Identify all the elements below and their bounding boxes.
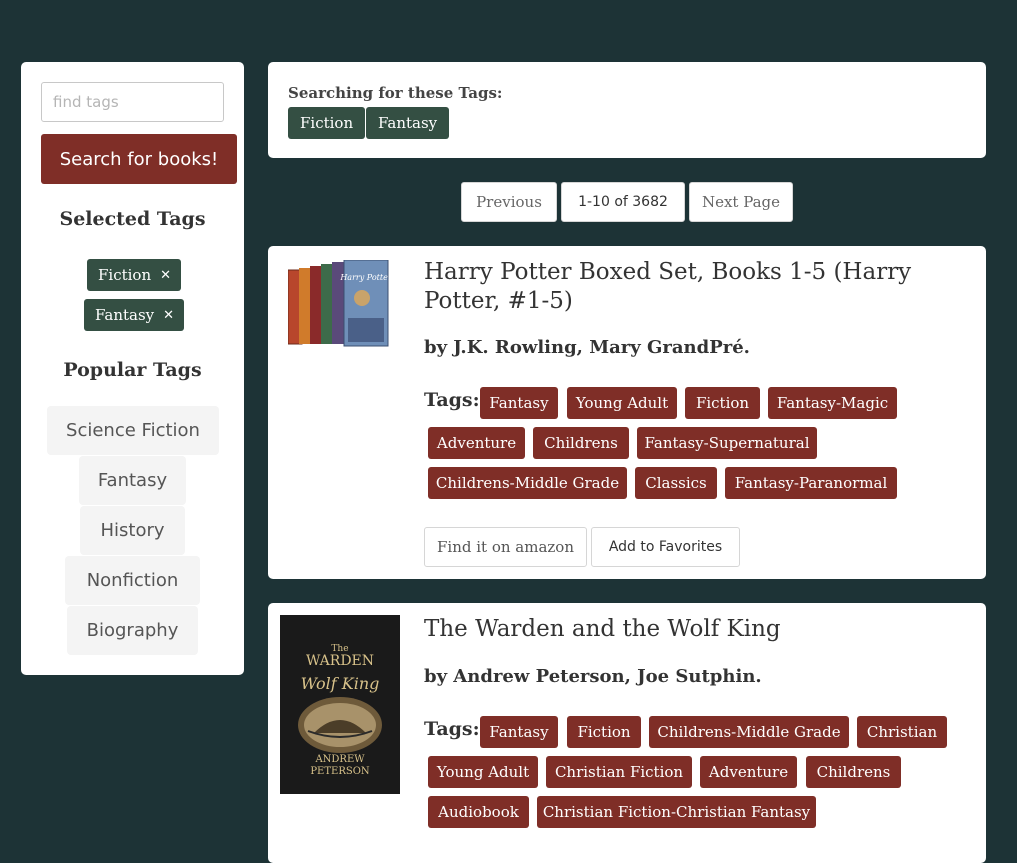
book-card: The WARDEN Wolf King ANDREW PETERSON The… [268,603,986,863]
book-tag[interactable]: Young Adult [567,387,677,419]
book-tag[interactable]: Classics [635,467,717,499]
book-title[interactable]: The Warden and the Wolf King [424,615,964,644]
next-page-button[interactable]: Next Page [689,182,793,222]
page-range-indicator: 1-10 of 3682 [561,182,685,222]
selected-tags-heading: Selected Tags [59,208,206,230]
book-tag[interactable]: Fiction [685,387,760,419]
tag-search-input[interactable] [41,82,224,122]
book-tag[interactable]: Fiction [567,716,641,748]
searching-tags-label: Searching for these Tags: [288,84,503,102]
tags-label: Tags: [424,389,480,411]
book-tag[interactable]: Fantasy [480,716,558,748]
selected-tag-fantasy: Fantasy ✕ [84,299,185,331]
book-tag[interactable]: Young Adult [428,756,538,788]
book-card: Harry Potter Harry Potter Boxed Set, Boo… [268,246,986,579]
selected-tag-label: Fiction [98,266,152,284]
search-tag-fiction: Fiction [288,107,366,139]
previous-page-button[interactable]: Previous [461,182,557,222]
svg-text:Harry Potter: Harry Potter [339,273,390,282]
popular-tag-fantasy[interactable]: Fantasy [79,456,186,505]
book-tag[interactable]: Childrens [533,427,629,459]
selected-tag-fiction: Fiction ✕ [87,259,182,291]
book-tag[interactable]: Adventure [700,756,797,788]
book-title[interactable]: Harry Potter Boxed Set, Books 1-5 (Harry… [424,258,964,316]
remove-tag-icon[interactable]: ✕ [163,308,174,323]
book-tag[interactable]: Christian Fiction [546,756,692,788]
book-tag[interactable]: Fantasy-Supernatural [637,427,817,459]
book-tag[interactable]: Fantasy-Paranormal [725,467,897,499]
search-books-button[interactable]: Search for books! [41,134,237,184]
book-cover-image[interactable]: The WARDEN Wolf King ANDREW PETERSON [280,615,400,794]
book-tag[interactable]: Childrens [806,756,901,788]
book-tag[interactable]: Childrens-Middle Grade [649,716,849,748]
remove-tag-icon[interactable]: ✕ [160,268,171,283]
svg-text:Wolf King: Wolf King [301,674,380,693]
book-tag[interactable]: Christian Fiction-Christian Fantasy [537,796,816,828]
svg-text:ANDREW: ANDREW [314,754,365,765]
book-tag[interactable]: Childrens-Middle Grade [428,467,627,499]
book-tag[interactable]: Fantasy [480,387,558,419]
add-to-favorites-button[interactable]: Add to Favorites [591,527,740,567]
sidebar: Search for books! Selected Tags Fiction … [21,62,244,675]
search-tag-fantasy: Fantasy [366,107,450,139]
selected-tag-label: Fantasy [95,306,155,324]
find-on-amazon-button[interactable]: Find it on amazon [424,527,587,567]
svg-text:WARDEN: WARDEN [306,653,374,669]
svg-text:PETERSON: PETERSON [310,766,370,777]
popular-tag-biography[interactable]: Biography [67,606,198,655]
popular-tag-history[interactable]: History [80,506,185,555]
popular-tag-science-fiction[interactable]: Science Fiction [47,406,219,455]
book-author: by Andrew Peterson, Joe Sutphin. [424,666,762,687]
book-tag[interactable]: Fantasy-Magic [768,387,897,419]
book-author: by J.K. Rowling, Mary GrandPré. [424,337,750,358]
book-tag[interactable]: Christian [857,716,947,748]
search-tags-panel: Searching for these Tags: Fiction Fantas… [268,62,986,158]
popular-tag-nonfiction[interactable]: Nonfiction [65,556,200,605]
book-tag[interactable]: Audiobook [428,796,529,828]
book-cover-image[interactable]: Harry Potter [287,259,393,350]
book-tag[interactable]: Adventure [428,427,525,459]
popular-tags-heading: Popular Tags [63,359,202,381]
tags-label: Tags: [424,718,480,740]
